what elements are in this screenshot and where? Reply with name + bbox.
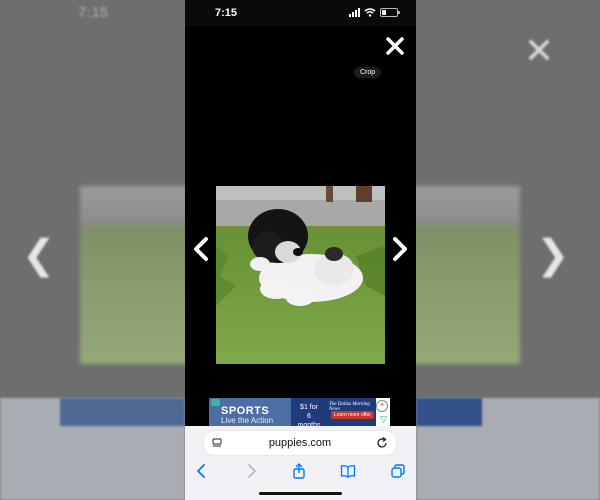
ad-sports-panel[interactable]: SPORTS Live the Action [209, 398, 291, 426]
url-text[interactable]: puppies.com [204, 437, 396, 449]
close-icon[interactable] [385, 36, 405, 56]
background-ad [60, 398, 185, 426]
ad-choices-icon[interactable]: ▽ [380, 414, 387, 425]
background-photo [80, 186, 185, 364]
phone-screen: 7:15 Crop SPORTS Live the Action $1 for … [185, 0, 416, 500]
chevron-left-icon[interactable] [192, 236, 210, 262]
share-icon[interactable] [291, 463, 307, 479]
crop-tooltip: Crop [354, 67, 382, 78]
ad-close-icon[interactable]: × [376, 400, 388, 412]
ad-price-line1: $1 for [300, 404, 318, 411]
ad-offer-panel[interactable]: $1 for 6 months The Dallas Morning News … [291, 398, 376, 429]
status-icons [349, 8, 400, 17]
background-blur-left: 7:15 ❮ [0, 0, 185, 500]
chevron-right-icon[interactable] [391, 236, 409, 262]
back-icon[interactable] [194, 463, 210, 479]
home-indicator [259, 492, 342, 495]
ad-cta-button[interactable]: Learn more offer [331, 411, 374, 419]
status-time: 7:15 [215, 7, 238, 19]
browser-nav-row [185, 463, 416, 483]
background-chevron-left-icon: ❮ [22, 233, 56, 277]
ad-subtitle: Live the Action [221, 416, 274, 425]
ad-banner[interactable]: SPORTS Live the Action $1 for 6 months T… [209, 398, 390, 429]
wifi-icon [364, 8, 376, 17]
battery-icon [380, 8, 400, 17]
forward-icon[interactable] [243, 463, 259, 479]
background-time: 7:15 [78, 4, 109, 21]
address-bar[interactable]: puppies.com [204, 431, 396, 455]
signal-icon [349, 8, 360, 17]
tabs-icon[interactable] [390, 463, 406, 479]
book-icon[interactable] [340, 463, 356, 479]
status-bar: 7:15 [185, 0, 416, 26]
puppy-photo [216, 186, 385, 364]
background-ad [416, 398, 482, 426]
background-chevron-right-icon: ❯ [536, 233, 570, 277]
background-photo [416, 186, 520, 364]
ad-logo-icon [211, 399, 220, 406]
browser-toolbar: puppies.com [185, 426, 416, 500]
background-blur-right: ❯ ✕ [416, 0, 600, 500]
reload-icon[interactable] [376, 437, 388, 449]
background-close-icon: ✕ [524, 30, 555, 71]
